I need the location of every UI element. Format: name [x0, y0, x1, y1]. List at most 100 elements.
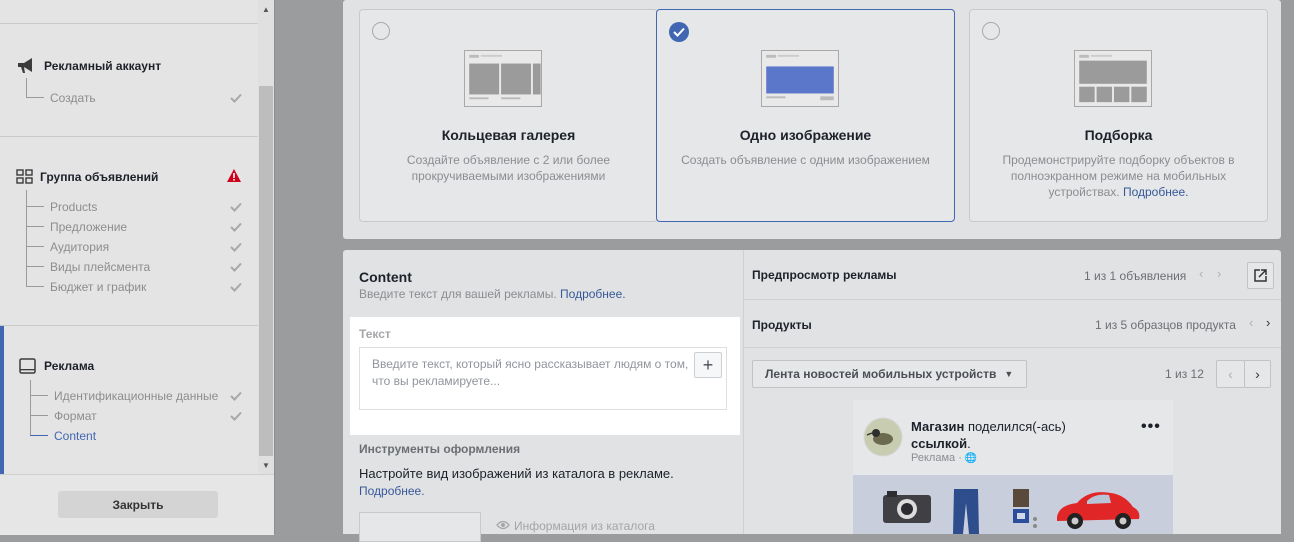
tree-line [30, 415, 48, 416]
products-counter: 1 из 5 образцов продукта [1095, 318, 1236, 332]
tree-line [26, 78, 27, 98]
check-icon [230, 262, 242, 272]
divider [744, 299, 1281, 300]
scroll-down-icon[interactable]: ▼ [262, 461, 270, 470]
catalog-info-label[interactable]: Информация из каталога [514, 519, 655, 533]
text-input-placeholder: Введите текст, который ясно рассказывает… [372, 357, 689, 388]
single-image-preview-icon [761, 50, 839, 107]
external-link-icon [1254, 269, 1267, 282]
post-period: . [967, 436, 971, 451]
divider [274, 0, 275, 534]
active-section-indicator [0, 326, 4, 474]
tree-line [26, 266, 44, 267]
add-text-button[interactable]: + [694, 352, 722, 378]
preview-counter: 1 из 1 объявления [1084, 269, 1187, 283]
close-button[interactable]: Закрыть [58, 491, 218, 518]
text-label: Текст [359, 327, 391, 341]
ad-set-grid-icon [16, 169, 33, 184]
learn-more-link[interactable]: Подробнее. [1123, 185, 1189, 199]
tree-line [26, 226, 44, 227]
tools-title: Инструменты оформления [359, 442, 521, 456]
sidebar-item-identity[interactable]: Идентификационные данные [54, 389, 218, 403]
sidebar-item-budget[interactable]: Бюджет и график [50, 280, 146, 294]
radio-button[interactable] [982, 22, 1000, 40]
learn-more-link[interactable]: Подробнее. [560, 287, 626, 301]
chevron-left-icon: ‹ [1228, 366, 1233, 382]
warning-icon [227, 169, 241, 182]
tree-line [30, 380, 31, 436]
post-sponsored-label: Реклама [911, 452, 956, 464]
more-options-icon[interactable]: ••• [1141, 418, 1161, 436]
format-title: Кольцевая галерея [441, 127, 576, 143]
post-author[interactable]: Магазин [911, 419, 964, 434]
tree-line [30, 395, 48, 396]
catalog-thumbnail[interactable] [359, 512, 481, 542]
previous-placement-button[interactable]: ‹ [1216, 360, 1245, 388]
format-description: Создайте объявление с 2 или более прокру… [406, 153, 611, 183]
products-label: Продукты [752, 318, 812, 332]
eye-icon [496, 520, 510, 530]
sidebar: Рекламный аккаунт Создать Группа объявле… [0, 0, 258, 534]
post-action: поделился(-ась) [967, 419, 1066, 434]
check-icon [230, 411, 242, 421]
carousel-preview-icon [464, 50, 542, 107]
camera-icon [883, 491, 931, 523]
placement-dropdown[interactable]: Лента новостей мобильных устройств ▼ [752, 360, 1027, 388]
scrollbar-thumb[interactable] [259, 86, 273, 456]
post-object: ссылкой [911, 436, 968, 451]
tree-line [26, 190, 27, 287]
sidebar-item-offer[interactable]: Предложение [50, 220, 127, 234]
content-subtitle-text: Введите текст для вашей рекламы. [359, 287, 557, 301]
sidebar-item-audience[interactable]: Аудитория [50, 240, 109, 254]
checkmark-circle-icon[interactable] [669, 22, 689, 42]
chevron-right-icon[interactable]: › [1217, 266, 1221, 281]
open-preview-button[interactable] [1247, 262, 1274, 289]
chevron-left-icon[interactable]: ‹ [1249, 315, 1253, 330]
check-icon [230, 391, 242, 401]
format-option-collection[interactable]: Подборка Продемонстрируйте подборку объе… [969, 9, 1268, 222]
tree-line [26, 206, 44, 207]
next-placement-button[interactable]: › [1244, 360, 1271, 388]
format-description: Продемонстрируйте подборку объектов в по… [988, 152, 1249, 200]
sidebar-item-products[interactable]: Products [50, 200, 97, 214]
megaphone-icon [18, 58, 32, 73]
section-title-ad[interactable]: Реклама [44, 359, 94, 373]
learn-more-link[interactable]: Подробнее. [359, 484, 425, 498]
post-header: Магазин поделился(-ась) ссылкой. [911, 418, 1111, 452]
globe-icon: 🌐 [964, 453, 978, 464]
radio-button[interactable] [372, 22, 390, 40]
format-description-text: Продемонстрируйте подборку объектов в по… [1002, 153, 1235, 199]
content-title: Content [359, 269, 412, 285]
product-image [853, 475, 1173, 534]
check-icon [230, 93, 242, 103]
section-title-ad-set[interactable]: Группа объявлений [40, 170, 158, 184]
placement-dropdown-label: Лента новостей мобильных устройств [765, 367, 997, 381]
ad-tablet-icon [19, 358, 36, 374]
tree-line [26, 97, 44, 98]
format-option-single-image[interactable]: Одно изображение Создать объявление с од… [656, 9, 955, 222]
tree-line [30, 435, 48, 436]
collection-preview-icon [1074, 50, 1152, 107]
car-icon [1057, 492, 1140, 529]
chevron-left-icon[interactable]: ‹ [1199, 266, 1203, 281]
check-icon [230, 222, 242, 232]
jeans-icon [953, 489, 979, 534]
tree-line [26, 286, 44, 287]
sidebar-item-content[interactable]: Content [54, 429, 96, 443]
tree-line [26, 246, 44, 247]
sidebar-item-create[interactable]: Создать [50, 91, 96, 105]
section-title-ad-account[interactable]: Рекламный аккаунт [44, 59, 161, 73]
sidebar-item-format[interactable]: Формат [54, 409, 97, 423]
placement-counter: 1 из 12 [1165, 367, 1204, 381]
divider [0, 325, 258, 326]
page-avatar [863, 417, 903, 457]
preview-title: Предпросмотр рекламы [752, 268, 897, 282]
format-option-carousel[interactable]: Кольцевая галерея Создайте объявление с … [359, 9, 658, 222]
watch-icon [1013, 489, 1037, 528]
text-input[interactable]: Введите текст, который ясно рассказывает… [359, 347, 727, 410]
check-icon [230, 242, 242, 252]
separator: · [958, 452, 962, 464]
scroll-up-icon[interactable]: ▲ [262, 5, 270, 14]
chevron-right-icon[interactable]: › [1266, 315, 1270, 330]
sidebar-item-placements[interactable]: Виды плейсмента [50, 260, 150, 274]
